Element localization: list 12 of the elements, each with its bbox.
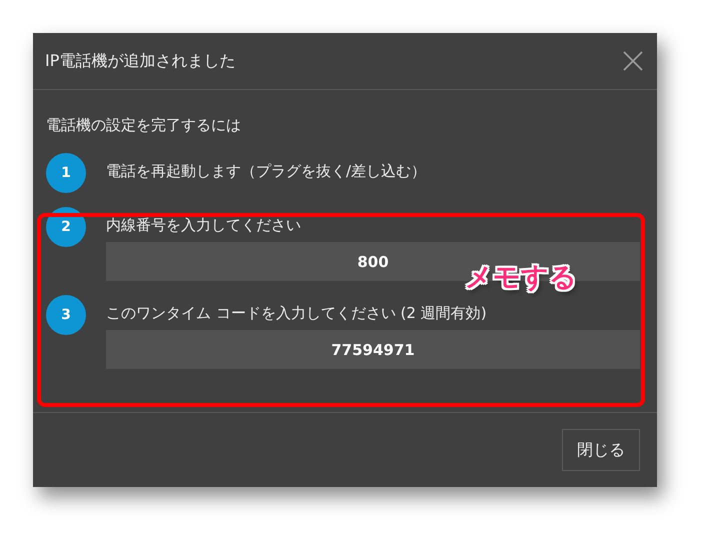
close-icon[interactable] (623, 51, 643, 71)
step-label: 電話を再起動します（プラグを抜く/差し込む） (106, 161, 428, 181)
annotation-text: メモする (465, 261, 577, 295)
dialog-title: IP電話機が追加されました (45, 50, 236, 72)
step-label: 内線番号を入力してください (106, 215, 302, 235)
intro-text: 電話機の設定を完了するには (46, 115, 242, 135)
step-number: 3 (46, 295, 86, 335)
step-number: 2 (46, 207, 86, 247)
close-button[interactable]: 閉じる (562, 429, 640, 471)
step-label: このワンタイム コードを入力してください (2 週間有効) (106, 303, 488, 323)
step-number: 1 (46, 153, 86, 193)
code-field: 77594971 (106, 330, 640, 369)
